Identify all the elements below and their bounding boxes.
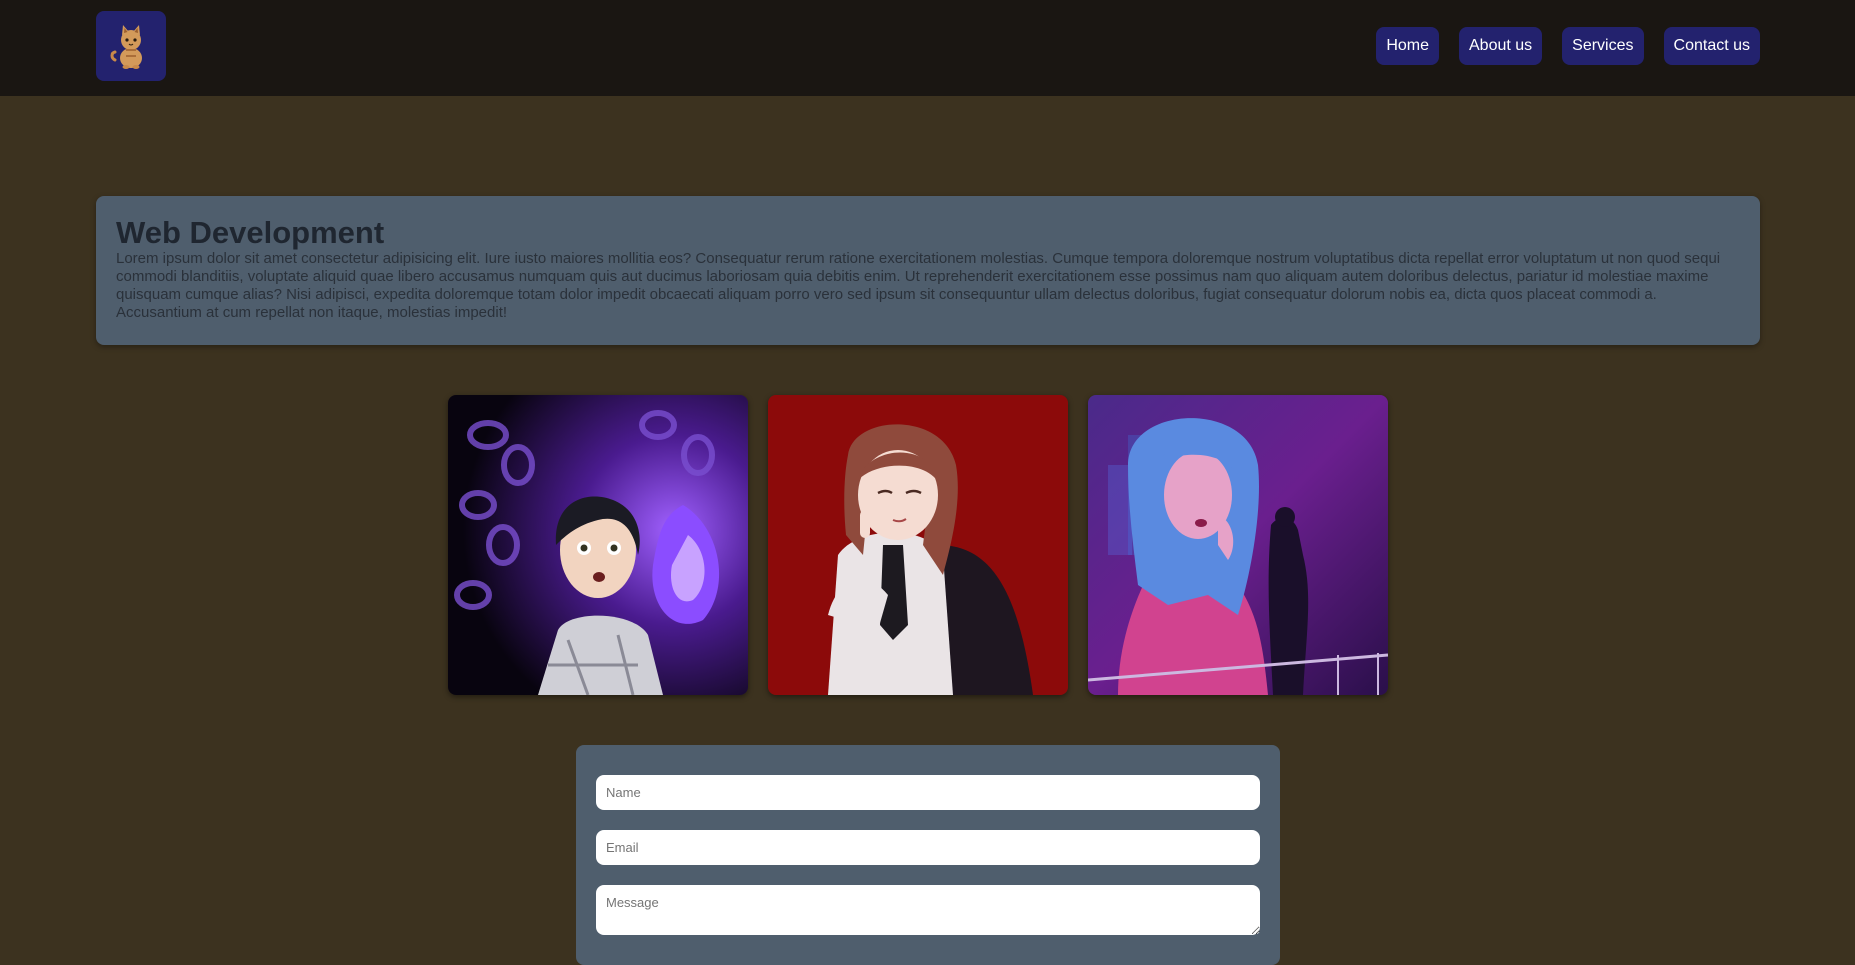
- anime-character-purple-flame-image: [448, 395, 748, 695]
- anime-character-red-background-image: [768, 395, 1068, 695]
- gallery-image-2: [768, 395, 1068, 695]
- section-body: Lorem ipsum dolor sit amet consectetur a…: [116, 250, 1721, 321]
- message-textarea[interactable]: [596, 885, 1260, 935]
- email-input[interactable]: [596, 830, 1260, 865]
- nav-contact-us[interactable]: Contact us: [1663, 27, 1760, 65]
- nav-home[interactable]: Home: [1376, 27, 1439, 65]
- image-gallery: [448, 395, 1388, 695]
- intro-card: Web Development Lorem ipsum dolor sit am…: [96, 196, 1760, 345]
- cat-icon: [110, 25, 142, 69]
- nav-about-us[interactable]: About us: [1459, 27, 1543, 65]
- gallery-image-3: [1088, 395, 1388, 695]
- neon-woman-blue-hair-image: [1088, 395, 1388, 695]
- nav-services[interactable]: Services: [1562, 27, 1644, 65]
- gallery-image-1: [448, 395, 748, 695]
- main-nav: Home About us Services Contact us: [1376, 27, 1760, 65]
- section-title: Web Development: [116, 215, 385, 250]
- site-logo[interactable]: [96, 11, 166, 81]
- contact-form: [576, 745, 1280, 965]
- top-navbar: Home About us Services Contact us: [0, 0, 1855, 96]
- name-input[interactable]: [596, 775, 1260, 810]
